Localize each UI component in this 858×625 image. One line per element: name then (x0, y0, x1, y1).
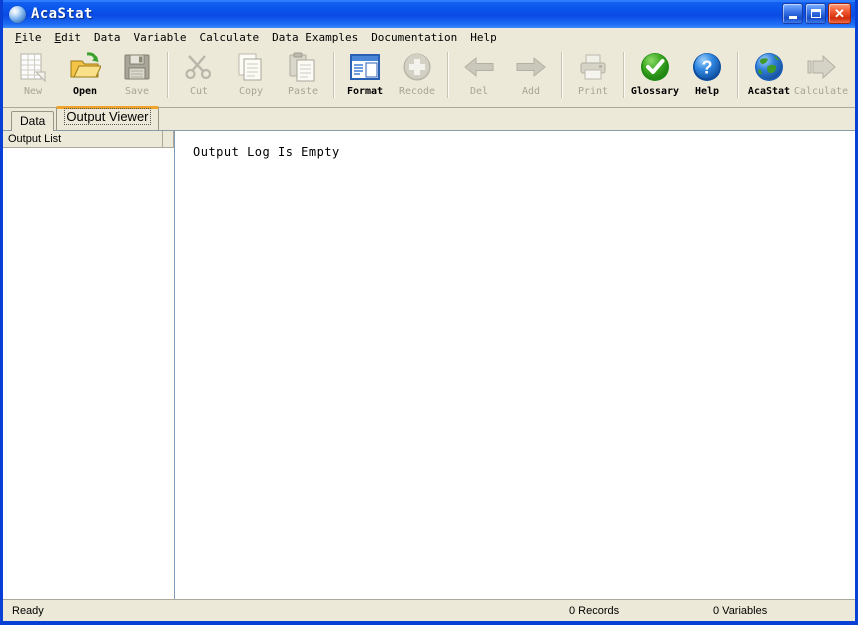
toolbar-button-save[interactable]: Save (111, 48, 163, 103)
arrow-left-icon (463, 51, 495, 83)
toolbar: New Open Save Cut Copy Paste Format Reco… (3, 48, 855, 108)
menu-bar: File Edit Data Variable Calculate Data E… (3, 28, 855, 48)
menu-item-edit[interactable]: Edit (49, 30, 89, 45)
output-list-pane: Output List (3, 131, 175, 599)
toolbar-label-save: Save (124, 86, 150, 97)
toolbar-label-help: Help (694, 86, 720, 97)
status-state: Ready (12, 604, 44, 617)
app-sphere-icon (9, 5, 26, 23)
toolbar-label-cut: Cut (189, 86, 209, 97)
window-controls: ✕ (782, 3, 851, 24)
maximize-icon (810, 9, 821, 18)
toolbar-label-del: Del (469, 86, 489, 97)
output-viewer-pane[interactable]: Output Log Is Empty (175, 131, 855, 599)
floppy-disk-icon (121, 51, 153, 83)
toolbar-label-print: Print (577, 86, 609, 97)
status-variables: 0 Variables (713, 604, 768, 617)
copy-pages-icon (235, 51, 267, 83)
toolbar-label-add: Add (521, 86, 541, 97)
toolbar-separator (737, 52, 739, 98)
globe-icon (753, 51, 785, 83)
toolbar-label-glossary: Glossary (630, 86, 680, 97)
arrow-right-icon (515, 51, 547, 83)
toolbar-separator (561, 52, 563, 98)
close-button[interactable]: ✕ (828, 3, 851, 24)
maximize-button[interactable] (805, 3, 826, 24)
close-icon: ✕ (834, 6, 845, 21)
toolbar-button-recode[interactable]: Recode (391, 48, 443, 103)
toolbar-button-del[interactable]: Del (453, 48, 505, 103)
menu-item-variable[interactable]: Variable (128, 30, 194, 45)
toolbar-button-new[interactable]: New (7, 48, 59, 103)
tab-strip: Data Output Viewer (3, 106, 855, 131)
menu-item-documentation[interactable]: Documentation (365, 30, 464, 45)
tab-output-viewer[interactable]: Output Viewer (56, 106, 159, 130)
status-records: 0 Records (569, 604, 620, 617)
tab-output-viewer-label: Output Viewer (64, 108, 151, 125)
printer-icon (577, 51, 609, 83)
menu-item-calculate[interactable]: Calculate (193, 30, 266, 45)
toolbar-label-format: Format (346, 86, 384, 97)
format-window-icon (349, 51, 381, 83)
toolbar-label-open: Open (72, 86, 98, 97)
open-folder-icon (69, 51, 101, 83)
toolbar-label-new: New (23, 86, 43, 97)
toolbar-button-format[interactable]: Format (339, 48, 391, 103)
toolbar-separator (623, 52, 625, 98)
toolbar-button-acastat[interactable]: AcaStat (743, 48, 795, 103)
toolbar-label-calculate: Calculate (793, 86, 849, 97)
scissors-icon (183, 51, 215, 83)
output-list-body[interactable] (3, 148, 174, 599)
toolbar-button-paste[interactable]: Paste (277, 48, 329, 103)
toolbar-button-copy[interactable]: Copy (225, 48, 277, 103)
new-document-icon (17, 51, 49, 83)
toolbar-separator (447, 52, 449, 98)
toolbar-button-help[interactable]: ? Help (681, 48, 733, 103)
output-empty-message: Output Log Is Empty (193, 145, 340, 159)
toolbar-label-acastat: AcaStat (747, 86, 791, 97)
toolbar-separator (167, 52, 169, 98)
toolbar-button-glossary[interactable]: Glossary (629, 48, 681, 103)
tab-data[interactable]: Data (11, 111, 55, 131)
menu-item-file[interactable]: File (9, 30, 49, 45)
minimize-icon (788, 15, 797, 19)
toolbar-button-cut[interactable]: Cut (173, 48, 225, 103)
application-window: AcaStat ✕ File Edit Data Variable Calcul… (0, 0, 858, 625)
toolbar-separator (333, 52, 335, 98)
green-check-circle-icon (639, 51, 671, 83)
status-bar: Ready 0 Records 0 Variables (3, 599, 855, 621)
toolbar-label-copy: Copy (238, 86, 264, 97)
output-list-header: Output List (3, 131, 174, 148)
fat-arrow-right-icon (805, 51, 837, 83)
toolbar-button-calculate[interactable]: Calculate (793, 48, 849, 103)
menu-item-data-examples[interactable]: Data Examples (266, 30, 365, 45)
plus-circle-icon (401, 51, 433, 83)
tab-data-label: Data (20, 114, 46, 128)
menu-item-help[interactable]: Help (464, 30, 504, 45)
clipboard-icon (287, 51, 319, 83)
toolbar-button-add[interactable]: Add (505, 48, 557, 103)
output-list-column-header[interactable]: Output List (3, 131, 163, 147)
window-title: AcaStat (31, 6, 93, 22)
svg-text:?: ? (702, 58, 713, 78)
toolbar-label-recode: Recode (398, 86, 436, 97)
toolbar-button-print[interactable]: Print (567, 48, 619, 103)
title-bar[interactable]: AcaStat ✕ (3, 0, 855, 28)
toolbar-label-paste: Paste (287, 86, 319, 97)
minimize-button[interactable] (782, 3, 803, 24)
content-area: Output List Output Log Is Empty (3, 131, 855, 599)
toolbar-button-open[interactable]: Open (59, 48, 111, 103)
menu-item-data[interactable]: Data (88, 30, 128, 45)
blue-question-circle-icon: ? (691, 51, 723, 83)
